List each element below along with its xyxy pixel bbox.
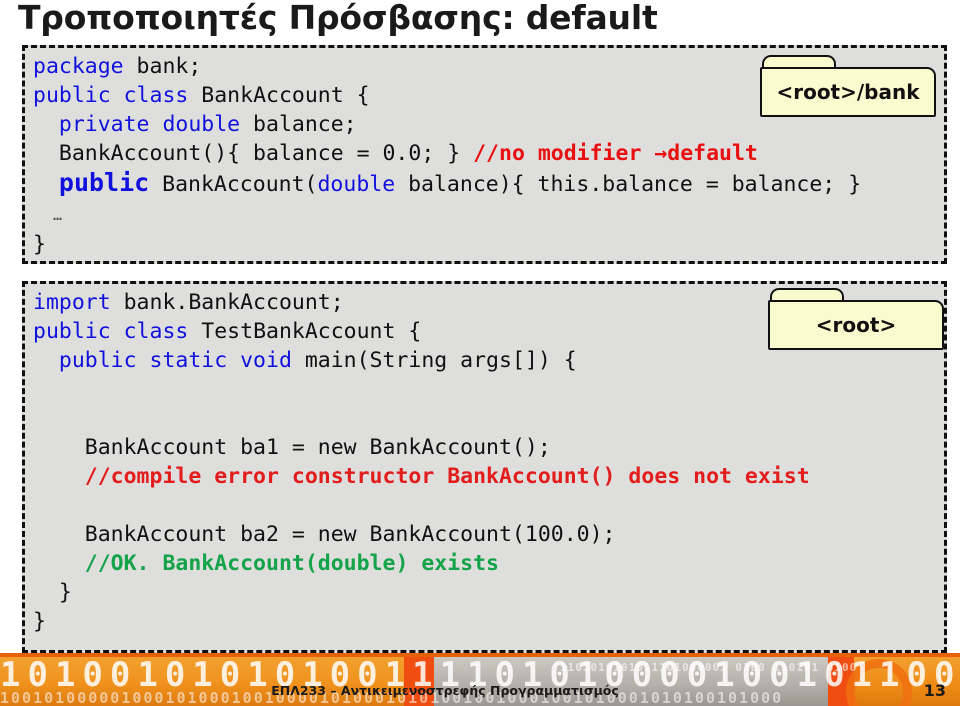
code-token: TestBankAccount { [188, 319, 422, 344]
footer-grey-middle [420, 657, 840, 706]
code-token: bank; [123, 54, 202, 79]
code-token: public class [33, 83, 189, 108]
code-line: import bank.BankAccount; [33, 288, 810, 317]
code-token: //OK. BankAccount(double) exists [84, 551, 499, 576]
code-text: import bank.BankAccount; public class Tes… [33, 288, 810, 636]
code-token: import [33, 290, 111, 315]
code-token: main(String args[]) { [291, 348, 577, 373]
folder-icon-root-bank: <root>/bank [760, 55, 936, 117]
folder-body: <root> [768, 300, 944, 350]
code-token: bank.BankAccount; [110, 290, 344, 315]
code-token: //compile error constructor BankAccount(… [84, 464, 810, 489]
code-line: BankAccount ba1 = new BankAccount(); [33, 433, 810, 462]
code-token: package [33, 54, 124, 79]
page-title: Τροποποιητές Πρόσβασης: default [18, 0, 658, 37]
code-token: balance){ this.balance = balance; } [395, 172, 862, 197]
code-line: } [33, 578, 810, 607]
code-token: BankAccount(){ balance = 0.0; } [33, 141, 474, 166]
code-line: private double balance; [33, 110, 861, 139]
code-token: } [33, 580, 72, 605]
folder-body: <root>/bank [760, 67, 936, 117]
code-line: package bank; [33, 52, 861, 81]
code-token: } [33, 609, 46, 634]
footer-orange-left [0, 657, 420, 706]
slide: Τροποποιητές Πρόσβασης: default package … [0, 0, 960, 706]
code-token: public class [33, 319, 189, 344]
code-token: private double [58, 112, 241, 137]
code-line: public static void main(String args[]) { [33, 346, 810, 375]
code-line: BankAccount(){ balance = 0.0; } //no mod… [33, 139, 861, 168]
slide-footer: 1010010101010011110101000010010110011101… [0, 653, 960, 706]
code-token: BankAccount ba1 = new BankAccount(); [33, 435, 551, 460]
code-token: BankAccount ba2 = new BankAccount(100.0)… [33, 522, 616, 547]
page-number: 13 [923, 681, 946, 700]
code-token: public static void [58, 348, 292, 373]
code-token: … [33, 206, 64, 224]
code-token: public [58, 168, 150, 197]
code-token: BankAccount( [149, 172, 318, 197]
code-line: //OK. BankAccount(double) exists [33, 549, 810, 578]
code-token: balance; [240, 112, 357, 137]
code-line: public class BankAccount { [33, 81, 861, 110]
code-token: BankAccount { [188, 83, 370, 108]
folder-label: <root> [815, 313, 897, 337]
footer-course-label: ΕΠΛ233 – Αντικειμενοστρεφής Προγραμματισ… [271, 683, 619, 698]
code-token: //no modifier →default [473, 141, 758, 166]
code-line: public class TestBankAccount { [33, 317, 810, 346]
code-line: BankAccount ba2 = new BankAccount(100.0)… [33, 520, 810, 549]
code-line: public BankAccount(double balance){ this… [33, 168, 861, 199]
code-text: package bank; public class BankAccount { … [33, 52, 861, 259]
folder-icon-root: <root> [768, 288, 944, 350]
code-line: … [33, 199, 861, 230]
code-line: } [33, 607, 810, 636]
code-token: } [33, 232, 46, 257]
code-line: //compile error constructor BankAccount(… [33, 462, 810, 491]
footer-red-accent [404, 657, 434, 706]
code-line: } [33, 230, 861, 259]
code-token: double [317, 172, 396, 197]
folder-label: <root>/bank [776, 80, 920, 104]
